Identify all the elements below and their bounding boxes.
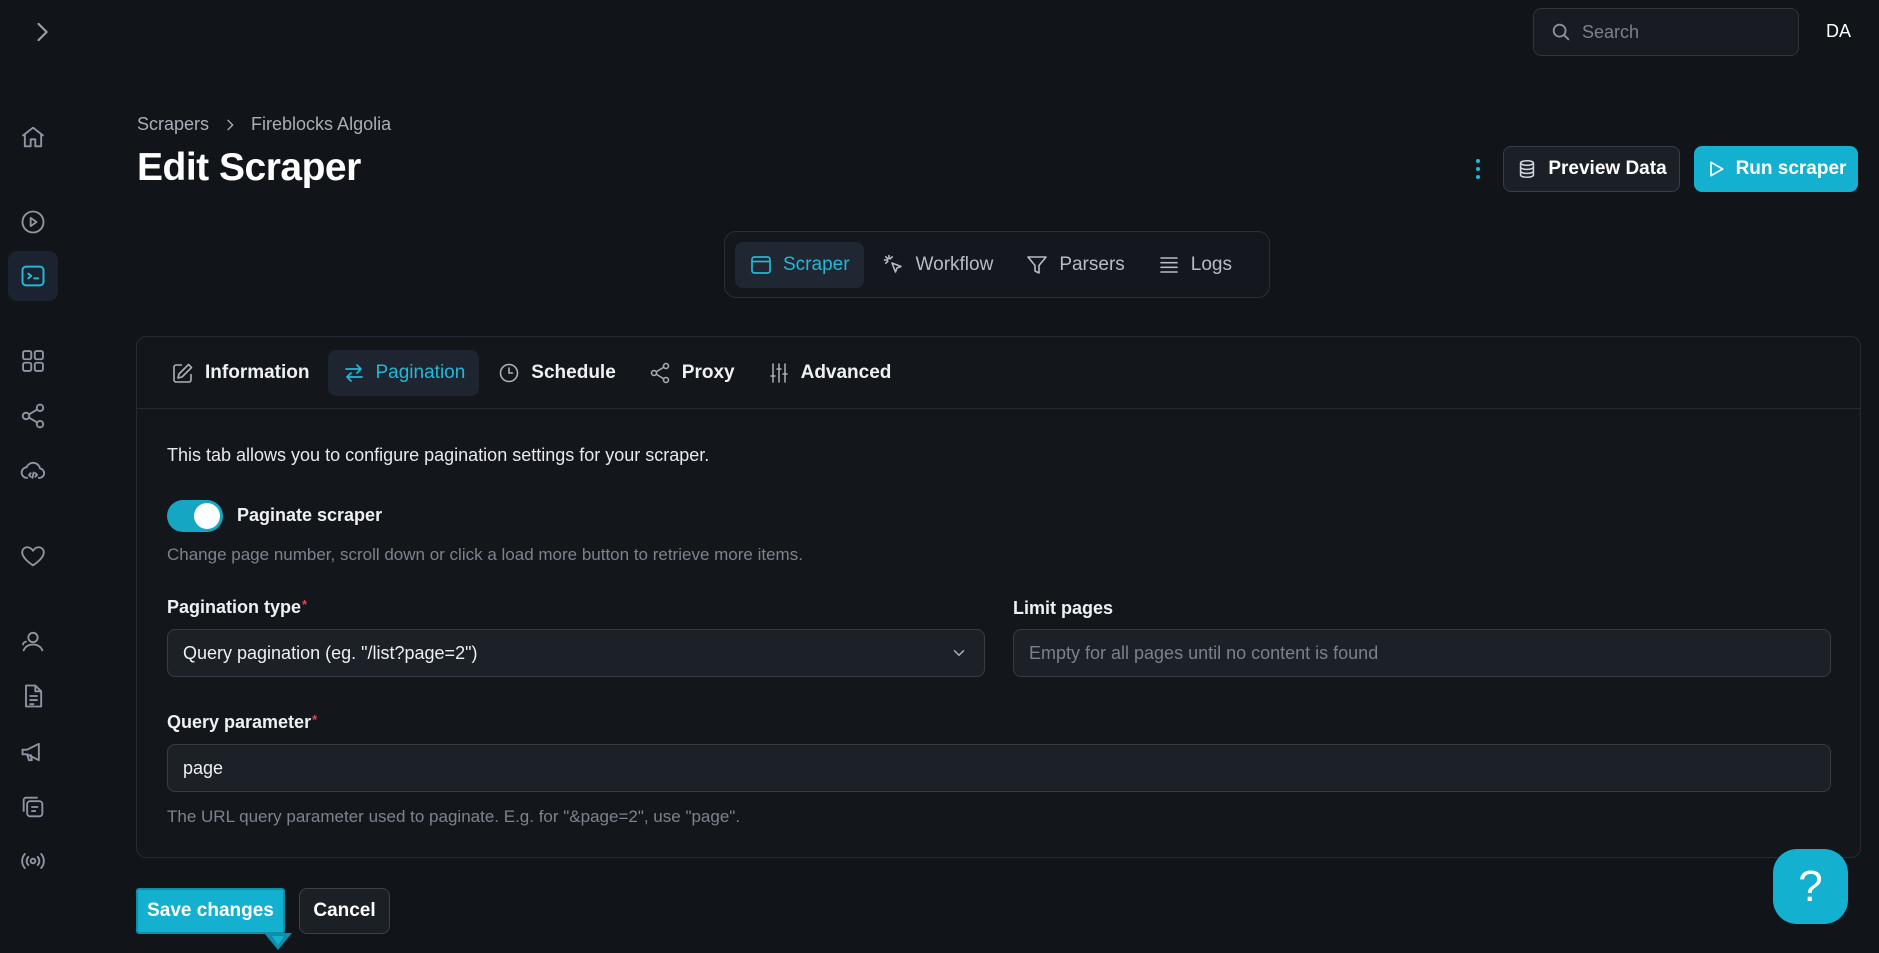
required-mark: *: [302, 597, 308, 612]
run-scraper-label: Run scraper: [1735, 158, 1847, 179]
run-scraper-button[interactable]: Run scraper: [1694, 146, 1858, 192]
limit-pages-field[interactable]: [1013, 629, 1831, 677]
query-parameter-field[interactable]: [167, 744, 1831, 792]
clock-icon: [497, 361, 521, 385]
tab-label: Parsers: [1059, 253, 1125, 275]
cursor-click-icon: [882, 253, 906, 277]
pointer-arrow-icon: [262, 930, 294, 953]
tab-information[interactable]: Information: [157, 350, 324, 396]
page-title: Edit Scraper: [137, 146, 361, 189]
sidebar-item-status[interactable]: [8, 836, 58, 886]
play-circle-icon: [19, 208, 47, 236]
sidebar-item-favorites[interactable]: [8, 531, 58, 581]
tab-description: This tab allows you to configure paginat…: [167, 445, 710, 465]
user-icon: [19, 627, 47, 655]
paginate-scraper-toggle[interactable]: [167, 500, 223, 532]
sidebar-item-docs[interactable]: [8, 671, 58, 721]
heart-icon: [19, 542, 47, 570]
pagination-type-label: Pagination type*: [167, 597, 307, 618]
tab-label: Scraper: [783, 253, 850, 275]
tab-label: Proxy: [681, 361, 735, 383]
tab-parsers[interactable]: Parsers: [1011, 242, 1138, 288]
sidebar-item-announcements[interactable]: [8, 727, 58, 777]
share-icon: [19, 402, 47, 430]
sidebar-item-runs[interactable]: [8, 197, 58, 247]
sidebar-item-account[interactable]: [8, 616, 58, 666]
home-icon: [19, 123, 47, 151]
tab-schedule[interactable]: Schedule: [483, 350, 629, 396]
help-button[interactable]: ?: [1773, 849, 1848, 924]
tab-workflow[interactable]: Workflow: [868, 242, 1008, 288]
cloud-code-icon: [19, 458, 47, 486]
list-icon: [1157, 253, 1181, 277]
megaphone-icon: [19, 738, 47, 766]
required-mark: *: [312, 712, 318, 727]
breadcrumb: Scrapers Fireblocks Algolia: [137, 114, 391, 135]
tab-scraper[interactable]: Scraper: [735, 241, 864, 288]
tab-label: Schedule: [531, 361, 616, 383]
avatar[interactable]: DA: [1826, 21, 1851, 42]
sidebar-item-dashboard[interactable]: [8, 336, 58, 386]
tab-label: Information: [205, 361, 310, 383]
copy-icon: [19, 793, 47, 821]
paginate-scraper-help: Change page number, scroll down or click…: [167, 545, 803, 564]
document-icon: [19, 682, 47, 710]
sidebar-item-api[interactable]: [8, 447, 58, 497]
paginate-scraper-label: Paginate scraper: [237, 505, 383, 525]
sidebar-item-scrapers[interactable]: [8, 251, 58, 301]
limit-pages-label: Limit pages: [1013, 598, 1114, 618]
database-icon: [1516, 158, 1538, 180]
query-parameter-input[interactable]: [183, 757, 1815, 779]
search-input[interactable]: [1582, 21, 1782, 43]
tab-proxy[interactable]: Proxy: [634, 350, 749, 396]
tab-label: Workflow: [915, 253, 994, 275]
search-icon: [1550, 21, 1572, 43]
play-icon: [1706, 159, 1726, 179]
grid-icon: [19, 347, 47, 375]
tab-label: Advanced: [800, 361, 892, 383]
breadcrumb-item-current[interactable]: Fireblocks Algolia: [251, 114, 391, 135]
chevron-down-icon: [950, 644, 968, 662]
query-parameter-label-text: Query parameter: [167, 712, 312, 732]
cancel-button[interactable]: Cancel: [299, 888, 390, 934]
pagination-card: Information Pagination Schedule Proxy Ad…: [136, 336, 1861, 858]
toggle-knob: [194, 503, 220, 529]
tab-pagination[interactable]: Pagination: [327, 349, 480, 396]
query-parameter-help: The URL query parameter used to paginate…: [167, 807, 741, 826]
arrows-swap-icon: [342, 361, 366, 385]
sidebar-rail: [0, 0, 68, 953]
browser-window-icon: [749, 253, 773, 277]
broadcast-icon: [19, 847, 47, 875]
save-changes-label: Save changes: [147, 900, 274, 921]
pagination-type-value: Query pagination (eg. "/list?page=2"): [183, 642, 478, 663]
more-options-icon[interactable]: [1466, 154, 1490, 184]
breadcrumb-item-scrapers[interactable]: Scrapers: [137, 114, 209, 135]
settings-tabs: Information Pagination Schedule Proxy Ad…: [137, 337, 1860, 409]
share-nodes-icon: [648, 361, 672, 385]
help-icon: ?: [1798, 861, 1823, 911]
sidebar-item-templates[interactable]: [8, 782, 58, 832]
preview-data-button[interactable]: Preview Data: [1503, 146, 1680, 192]
tab-label: Logs: [1190, 253, 1232, 275]
terminal-icon: [19, 262, 47, 290]
filter-icon: [1025, 253, 1049, 277]
tab-logs[interactable]: Logs: [1143, 242, 1246, 288]
sliders-icon: [767, 361, 791, 385]
pencil-icon: [171, 361, 195, 385]
sidebar-item-home[interactable]: [8, 112, 58, 162]
chevron-right-icon[interactable]: [28, 18, 56, 46]
sidebar-item-integrations[interactable]: [8, 391, 58, 441]
limit-pages-input[interactable]: [1029, 642, 1815, 664]
pagination-type-select[interactable]: Query pagination (eg. "/list?page=2"): [167, 629, 985, 677]
save-changes-button[interactable]: Save changes: [136, 888, 285, 934]
chevron-right-icon: [222, 117, 238, 133]
pagination-type-label-text: Pagination type: [167, 597, 302, 617]
search-box[interactable]: [1533, 8, 1799, 56]
cancel-label: Cancel: [313, 900, 376, 921]
query-parameter-label: Query parameter*: [167, 712, 317, 733]
main-tabs: Scraper Workflow Parsers Logs: [724, 231, 1270, 298]
tab-advanced[interactable]: Advanced: [753, 350, 906, 396]
preview-data-label: Preview Data: [1548, 158, 1667, 179]
tab-label: Pagination: [375, 361, 466, 383]
